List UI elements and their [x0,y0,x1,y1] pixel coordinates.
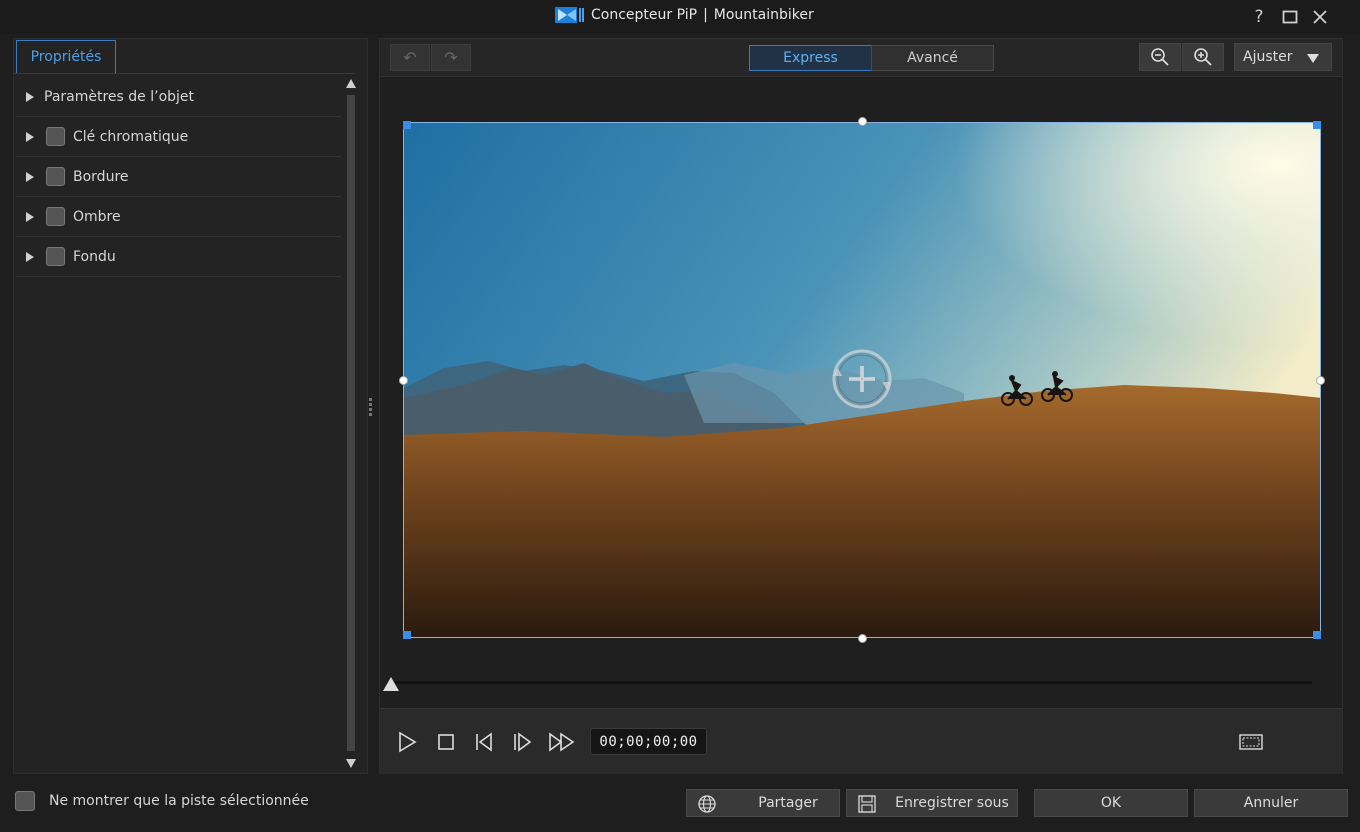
close-icon [1313,10,1327,24]
dropdown-arrow-icon [1307,54,1319,63]
fast-forward-icon [549,732,575,752]
properties-list: Paramètres de l’objet Clé chromatique Bo… [16,77,341,277]
app-name: Concepteur PiP [591,7,698,23]
save-as-button[interactable]: Enregistrer sous [846,789,1018,817]
cancel-button[interactable]: Annuler [1194,789,1348,817]
prop-row-fade[interactable]: Fondu [16,237,341,277]
previous-frame-button[interactable] [469,727,499,757]
expand-arrow-icon[interactable] [26,211,34,222]
resize-handle-top[interactable] [858,117,867,126]
timecode-display: 00;00;00;00 [590,728,707,755]
resize-handle-bottom-right[interactable] [1313,631,1321,639]
prop-label: Fondu [73,248,116,265]
zoom-out-icon [1151,48,1169,66]
expand-arrow-icon[interactable] [26,131,34,142]
preview-panel: ↶ ↷ Express Avancé Ajuster 00;00;00;00 [379,38,1343,774]
resize-handle-bottom-left[interactable] [403,631,411,639]
timeline-playhead[interactable] [383,677,399,691]
share-label: Partager [758,795,818,811]
properties-scrollbar[interactable] [344,79,358,769]
undo-button[interactable]: ↶ [390,44,430,71]
fit-select-value: Ajuster [1243,49,1293,65]
properties-panel: Propriétés Paramètres de l’objet Clé chr… [13,38,368,774]
next-frame-icon [514,732,532,752]
prop-row-chroma-key[interactable]: Clé chromatique [16,117,341,157]
panel-splitter-handle[interactable] [369,398,373,420]
redo-button[interactable]: ↷ [431,44,471,71]
resize-handle-right[interactable] [1316,376,1325,385]
save-as-label: Enregistrer sous [895,795,1009,811]
transport-bar: 00;00;00;00 [380,708,1342,774]
scroll-up-icon[interactable] [346,79,356,88]
show-selected-track-label: Ne montrer que la piste sélectionnée [49,793,309,809]
shadow-checkbox[interactable] [46,207,65,226]
app-logo-icon [555,7,584,23]
fit-zoom-select[interactable]: Ajuster [1234,43,1332,71]
move-rotate-handle-icon[interactable] [829,346,895,412]
tab-divider [14,73,354,74]
title-separator: | [703,7,708,23]
stop-button[interactable] [431,727,461,757]
chroma-key-checkbox[interactable] [46,127,65,146]
resize-handle-top-right[interactable] [1313,121,1321,129]
zoom-out-button[interactable] [1139,43,1181,71]
tab-properties[interactable]: Propriétés [16,40,116,73]
ok-button[interactable]: OK [1034,789,1188,817]
show-selected-track-checkbox[interactable] [15,791,35,811]
help-button[interactable]: ? [1248,6,1270,28]
stop-icon [438,734,454,750]
tv-safe-zone-icon[interactable] [1239,733,1263,751]
fade-checkbox[interactable] [46,247,65,266]
play-button[interactable] [392,727,422,757]
zoom-in-icon [1194,48,1212,66]
maximize-icon [1282,10,1298,24]
next-frame-button[interactable] [507,727,537,757]
maximize-button[interactable] [1279,6,1301,28]
zoom-in-button[interactable] [1182,43,1224,71]
prop-row-shadow[interactable]: Ombre [16,197,341,237]
prop-row-border[interactable]: Bordure [16,157,341,197]
timeline-track[interactable] [390,681,1312,684]
expand-arrow-icon[interactable] [26,91,34,102]
scroll-track[interactable] [347,95,355,751]
expand-arrow-icon[interactable] [26,171,34,182]
resize-handle-left[interactable] [399,376,408,385]
title-bar: Concepteur PiP | Mountainbiker ? [0,0,1360,34]
prop-label: Paramètres de l’objet [44,88,195,105]
undo-icon: ↶ [403,48,417,67]
play-icon [399,731,417,753]
document-name: Mountainbiker [713,7,814,23]
share-button[interactable]: Partager [686,789,840,817]
previous-frame-icon [476,732,492,752]
dialog-footer: Ne montrer que la piste sélectionnée Par… [0,778,1360,832]
help-icon: ? [1254,7,1264,27]
fast-forward-button[interactable] [547,727,577,757]
prop-label: Ombre [73,208,121,225]
mode-express-button[interactable]: Express [749,45,872,71]
prop-label: Bordure [73,168,129,185]
resize-handle-top-left[interactable] [403,121,411,129]
prop-row-object-settings[interactable]: Paramètres de l’objet [16,77,341,117]
resize-handle-bottom[interactable] [858,634,867,643]
redo-icon: ↷ [444,48,458,67]
close-button[interactable] [1309,6,1331,28]
prop-label: Clé chromatique [73,128,189,145]
expand-arrow-icon[interactable] [26,251,34,262]
scroll-down-icon[interactable] [346,759,356,768]
mode-advanced-button[interactable]: Avancé [871,45,994,71]
preview-toolbar: ↶ ↷ Express Avancé Ajuster [380,39,1342,77]
window-title: Concepteur PiP | Mountainbiker [555,6,814,24]
ok-label: OK [1100,795,1122,811]
border-checkbox[interactable] [46,167,65,186]
cancel-label: Annuler [1243,795,1299,811]
